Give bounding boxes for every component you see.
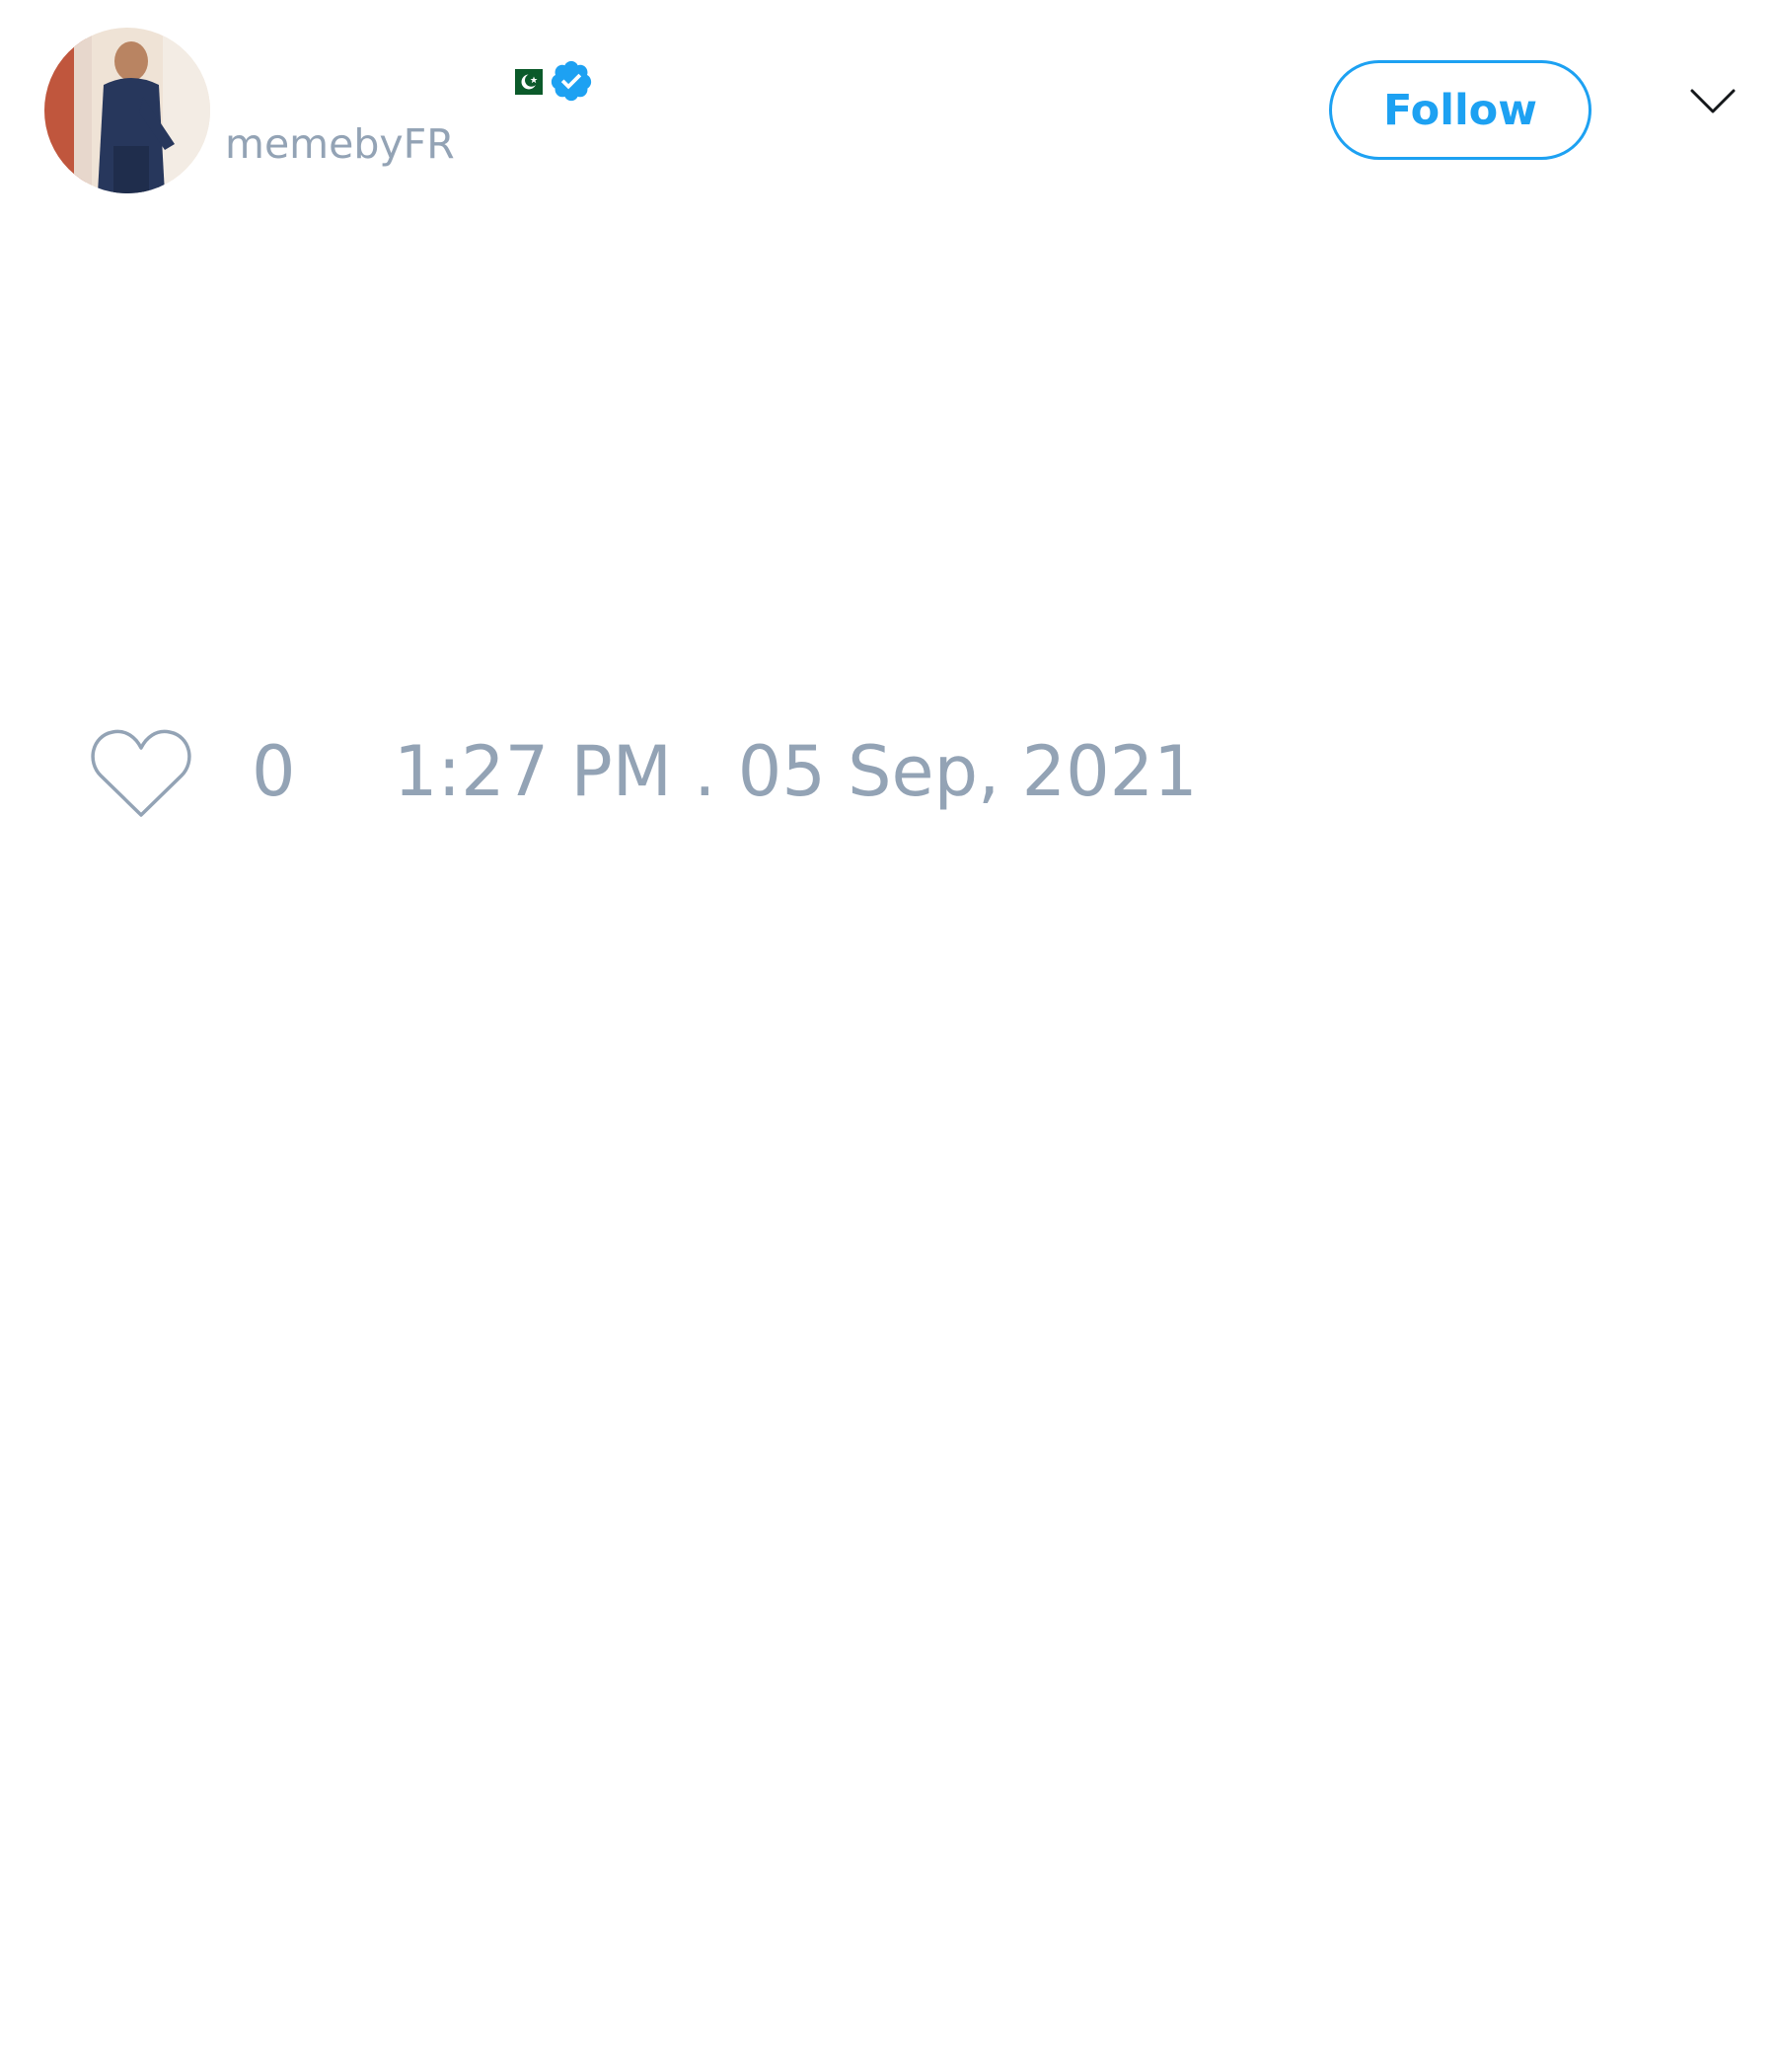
like-count: 0 [252, 731, 296, 812]
chevron-down-icon[interactable] [1690, 89, 1736, 114]
pakistan-flag-icon [505, 69, 543, 95]
follow-button[interactable]: Follow [1329, 60, 1591, 160]
avatar[interactable] [44, 28, 210, 193]
author-handle[interactable]: memebyFR [225, 124, 455, 165]
avatar-photo [44, 28, 210, 193]
tweet-card: memebyFR Follow 0 1:27 PM . 05 Sep, 2021 [0, 0, 1776, 2072]
tweet-timestamp[interactable]: 1:27 PM . 05 Sep, 2021 [394, 737, 1198, 806]
heart-icon[interactable] [89, 728, 193, 819]
verified-badge-icon [549, 58, 594, 104]
